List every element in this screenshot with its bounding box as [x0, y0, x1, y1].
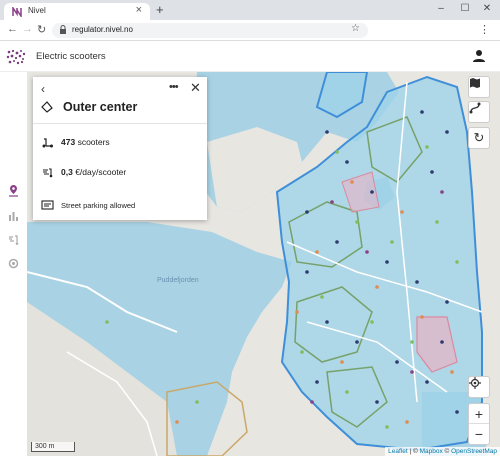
tab-title: Nivel — [28, 6, 46, 15]
locate-icon — [469, 377, 481, 389]
map-pin-icon[interactable] — [7, 184, 20, 197]
mapbox-link[interactable]: Mapbox — [420, 448, 443, 455]
address-bar[interactable]: regulator.nivel.no ☆ — [52, 23, 368, 38]
zoom-in-button[interactable]: + — [469, 404, 489, 424]
scooter-count-value: 473 — [61, 137, 76, 147]
locate-button[interactable] — [468, 376, 490, 398]
scale-bar: 300 m — [31, 442, 75, 452]
url-text: regulator.nivel.no — [72, 25, 133, 34]
sidebar — [0, 72, 27, 456]
map-place-label: Puddefjorden — [157, 277, 199, 284]
fee: 0,3 €/day/scooter — [61, 167, 126, 177]
scooter-icon[interactable] — [7, 233, 20, 246]
routes-button[interactable] — [468, 101, 490, 123]
zone-title: Outer center — [63, 100, 138, 114]
fee-value: 0,3 — [61, 167, 73, 177]
parking-icon — [41, 200, 54, 210]
map-attribution: Leaflet | © Mapbox © OpenStreetMap — [385, 447, 500, 456]
bookmark-star-icon[interactable]: ☆ — [351, 23, 360, 34]
settings-icon[interactable] — [7, 257, 20, 270]
close-icon[interactable]: ✕ — [190, 80, 201, 96]
browser-menu-icon[interactable]: ⋮ — [479, 23, 490, 36]
attribution-separator: | © — [407, 448, 420, 455]
user-account-icon[interactable] — [472, 49, 486, 63]
fee-unit: €/day/scooter — [75, 167, 127, 177]
zone-info-panel: ‹ ••• ✕ Outer center 473 scooters 0,3 €/… — [33, 77, 207, 220]
scooter-count-label: scooters — [77, 137, 110, 147]
zoom-out-button[interactable]: − — [469, 424, 489, 444]
browser-tab[interactable]: Nivel × — [4, 3, 150, 20]
scooter-count: 473 scooters — [61, 137, 110, 147]
bar-chart-icon[interactable] — [7, 209, 20, 222]
app-header: Electric scooters — [0, 42, 500, 72]
tab-close-icon[interactable]: × — [136, 4, 142, 16]
map-layers-button[interactable] — [468, 76, 490, 98]
zoom-control: + − — [468, 403, 490, 445]
parking-rule: Street parking allowed — [61, 201, 136, 210]
map-icon — [470, 78, 480, 88]
window-close-button[interactable]: ✕ — [476, 1, 498, 17]
leaflet-link[interactable]: Leaflet — [388, 448, 408, 455]
browser-tab-strip: Nivel × + – ☐ ✕ — [0, 0, 500, 20]
nivel-favicon-icon — [12, 7, 22, 17]
maximize-button[interactable]: ☐ — [454, 1, 476, 17]
new-tab-button[interactable]: + — [156, 2, 164, 17]
zone-polygon-icon — [41, 101, 53, 113]
minimize-button[interactable]: – — [430, 1, 452, 17]
attribution-separator-2: © — [442, 448, 452, 455]
refresh-icon: ↻ — [473, 130, 485, 145]
forward-arrow-icon[interactable]: → — [22, 23, 33, 35]
browser-toolbar: ← → ↻ regulator.nivel.no ☆ ⋮ — [0, 20, 500, 41]
divider — [33, 123, 207, 124]
route-icon — [469, 102, 481, 114]
app-title: Electric scooters — [36, 51, 106, 62]
scooter-count-icon — [42, 138, 53, 148]
osm-link[interactable]: OpenStreetMap — [451, 448, 497, 455]
fee-icon — [43, 168, 53, 178]
refresh-button[interactable]: ↻ — [468, 127, 490, 149]
nivel-logo-icon — [6, 49, 26, 65]
back-chevron-icon[interactable]: ‹ — [41, 82, 45, 96]
lock-icon — [60, 25, 66, 34]
reload-icon[interactable]: ↻ — [37, 23, 46, 36]
more-options-icon[interactable]: ••• — [169, 81, 179, 93]
back-arrow-icon[interactable]: ← — [7, 23, 18, 35]
